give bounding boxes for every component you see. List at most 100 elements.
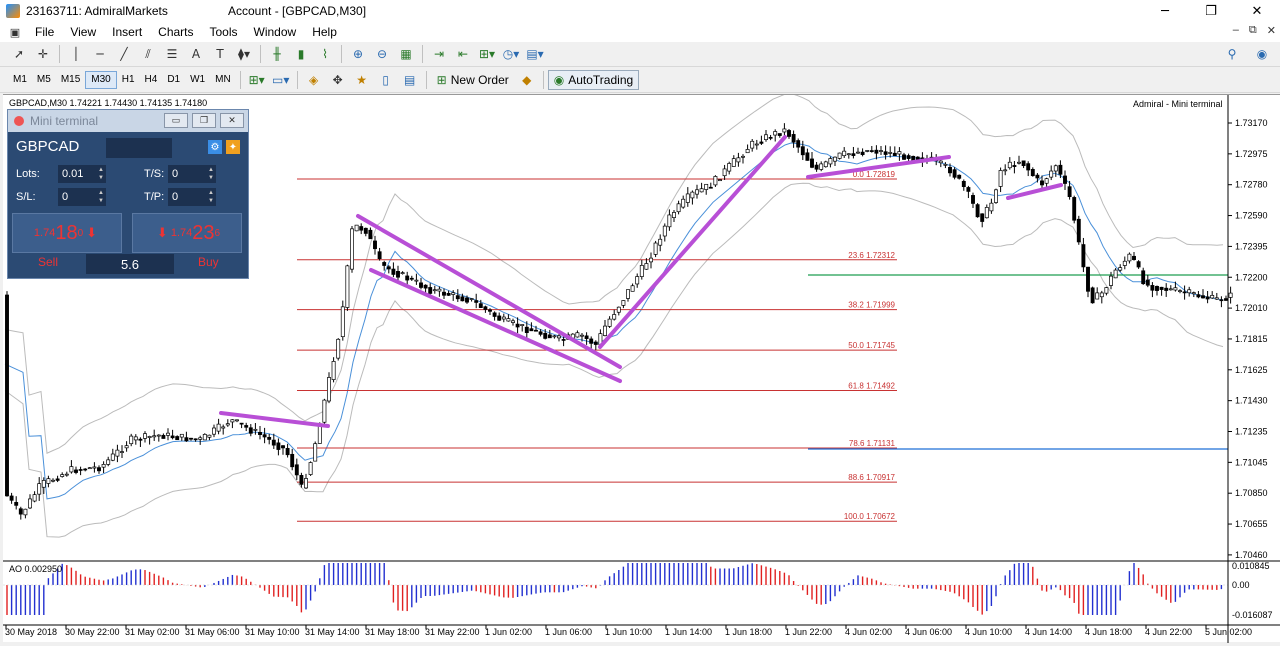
timeframe-m1[interactable]: M1 [8,71,32,89]
new-order-button[interactable]: ⊞ New Order [431,70,515,90]
candle-body [621,300,626,306]
search-icon[interactable]: ⚲ [1221,44,1243,64]
candle-body [787,130,791,137]
candle-body [938,160,943,164]
autotrading-button[interactable]: ◉ AutoTrading [547,69,640,90]
vertical-line-icon[interactable]: │ [65,44,87,64]
symbol-name: GBPCAD [16,138,80,155]
menu-insert[interactable]: Insert [104,25,150,39]
buy-button[interactable]: Buy [198,255,219,269]
timeframe-h1[interactable]: H1 [117,71,140,89]
timeframe-m5[interactable]: M5 [32,71,56,89]
mini-restore-button[interactable]: ❐ [192,113,216,128]
time-tick-label: 4 Jun 02:00 [845,627,892,637]
crosshair-icon[interactable]: ✛ [32,44,54,64]
candle-body [1122,260,1127,266]
close-button[interactable]: ✕ [1234,0,1280,22]
market-watch-icon[interactable]: ◈ [303,70,325,90]
label-icon[interactable]: T [209,44,231,64]
volume-field[interactable]: 5.6 [86,254,174,274]
time-tick-label: 5 Jun 02:00 [1205,627,1252,637]
terminal-icon[interactable]: ▯ [375,70,397,90]
timeframe-m15[interactable]: M15 [56,71,85,89]
strategy-tester-icon[interactable]: ▤ [399,70,421,90]
cursor-icon[interactable]: ➚ [8,44,30,64]
candle-body [166,432,170,436]
menu-file[interactable]: File [27,25,62,39]
fib-level-label: 23.6 1.72312 [848,251,895,260]
bar-chart-icon[interactable]: ╫ [266,44,288,64]
templates-icon[interactable]: ▤▾ [524,44,546,64]
timeframe-w1[interactable]: W1 [185,71,210,89]
symbol-selector[interactable] [106,138,172,158]
buy-price-button[interactable]: ⬇ 1.74 23 6 [132,213,242,253]
mini-minimize-button[interactable]: ▭ [164,113,188,128]
candle-body [83,468,88,471]
candle-body [1030,169,1035,177]
new-chart-icon[interactable]: ⊞▾ [246,70,268,90]
timeframe-mn[interactable]: MN [210,71,236,89]
candle-body [110,453,115,461]
options-icon[interactable]: ✦ [226,140,240,154]
trendline-icon[interactable]: ╱ [113,44,135,64]
candle-body [860,151,865,155]
candle-body [902,154,906,160]
menu-tools[interactable]: Tools [202,25,246,39]
candle-body [51,479,55,482]
navigator-icon[interactable]: ★ [351,70,373,90]
sell-price-button[interactable]: 1.74 18 0 ⬇ [12,213,122,253]
candle-chart-icon[interactable]: ▮ [290,44,312,64]
settings-icon[interactable]: ⚙ [208,140,222,154]
timeframe-d1[interactable]: D1 [162,71,185,89]
candle-body [1155,285,1159,291]
periods-icon[interactable]: ◷▾ [500,44,522,64]
candle-body [1141,270,1146,285]
chat-icon[interactable]: ◉ [1251,44,1273,64]
price-tick-label: 1.71625 [1235,365,1268,375]
mdi-minimize-button[interactable]: – [1233,24,1239,37]
chart-shift-icon[interactable]: ⇤ [452,44,474,64]
menu-view[interactable]: View [62,25,104,39]
candle-body [653,242,658,255]
text-icon[interactable]: A [185,44,207,64]
ts-stepper[interactable]: ▲ ▼ [206,165,216,183]
tp-stepper[interactable]: ▲ ▼ [206,188,216,206]
metaeditor-icon[interactable]: ◆ [516,70,538,90]
channel-icon[interactable]: ⫽ [137,44,159,64]
mini-close-button[interactable]: ✕ [220,113,244,128]
sl-stepper[interactable]: ▲ ▼ [96,188,106,206]
data-window-icon[interactable]: ✥ [327,70,349,90]
candle-body [409,277,414,280]
candle-body [1053,165,1058,172]
indicators-icon[interactable]: ⊞▾ [476,44,498,64]
shapes-icon[interactable]: ⧫▾ [233,44,255,64]
menu-help[interactable]: Help [304,25,345,39]
mini-terminal-panel[interactable]: Mini terminal ▭ ❐ ✕ GBPCAD ⚙ ✦ Lots: 0.0… [7,109,249,279]
zoom-out-icon[interactable]: ⊖ [371,44,393,64]
menu-charts[interactable]: Charts [150,25,201,39]
mdi-close-button[interactable]: ✕ [1267,24,1276,37]
candle-body [1049,170,1054,178]
timeframe-h4[interactable]: H4 [140,71,163,89]
menu-window[interactable]: Window [246,25,305,39]
horizontal-line-icon[interactable]: ─ [89,44,111,64]
sell-button[interactable]: Sell [38,255,58,269]
zoom-in-icon[interactable]: ⊕ [347,44,369,64]
candle-body [9,495,14,501]
line-chart-icon[interactable]: ⌇ [314,44,336,64]
timeframe-m30[interactable]: M30 [85,70,117,89]
profiles-icon[interactable]: ▭▾ [270,70,292,90]
fib-level-label: 38.2 1.71999 [848,301,895,310]
tile-windows-icon[interactable]: ▦ [395,44,417,64]
ao-tick-label: -0.016087 [1232,610,1273,620]
fibonacci-icon[interactable]: ☰ [161,44,183,64]
auto-scroll-icon[interactable]: ⇥ [428,44,450,64]
sell-arrow-icon: ⬇ [86,225,98,240]
minimize-button[interactable]: ─ [1142,0,1188,22]
candle-body [828,158,833,165]
mdi-restore-button[interactable]: ⧉ [1249,24,1257,37]
maximize-button[interactable]: ❐ [1188,0,1234,22]
candle-body [754,143,759,146]
candle-body [704,183,709,190]
lots-stepper[interactable]: ▲ ▼ [96,165,106,183]
